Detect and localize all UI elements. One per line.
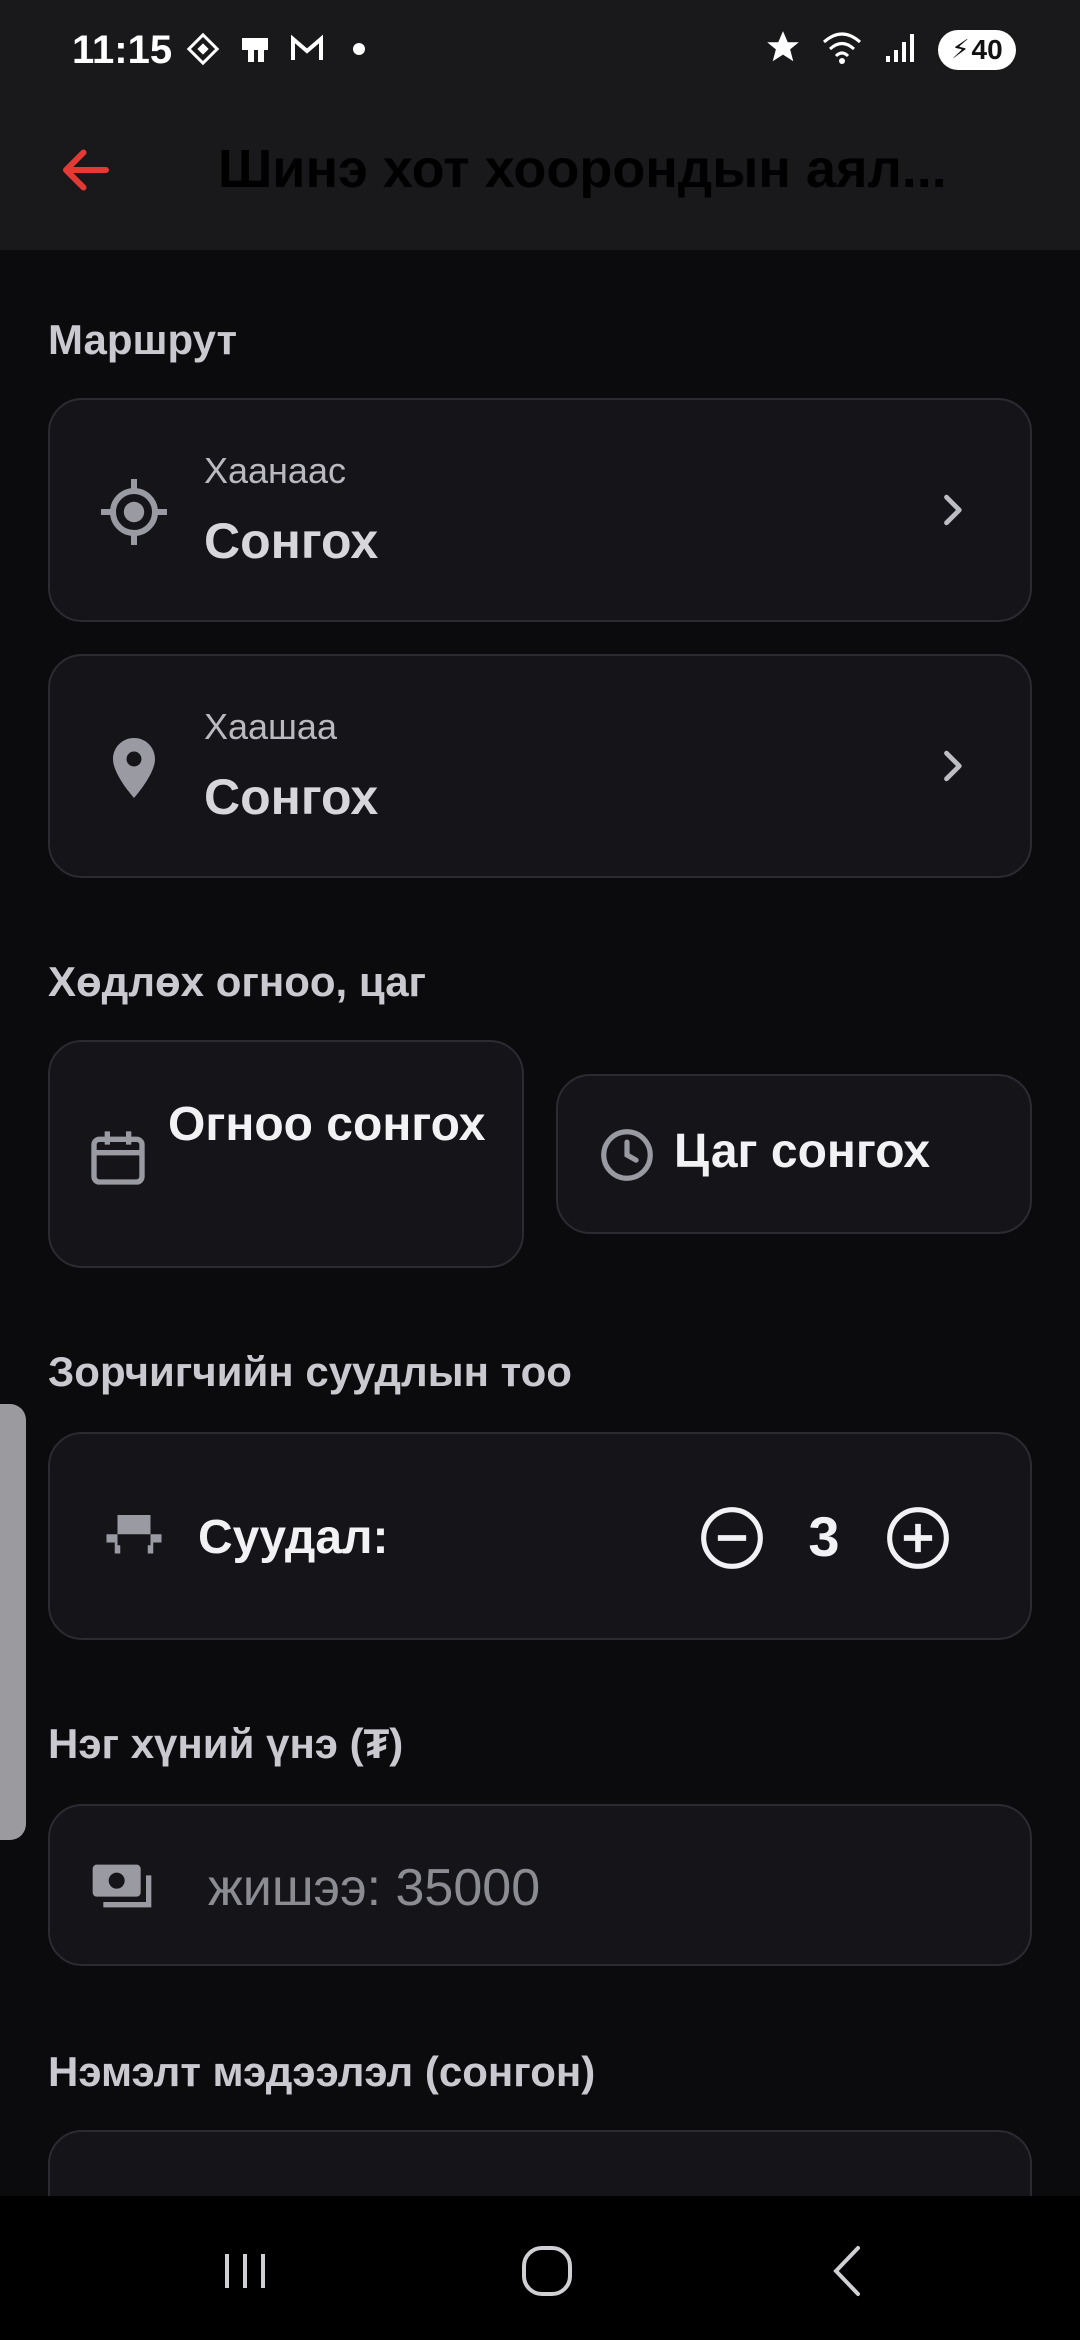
recent-apps-button[interactable] bbox=[210, 2236, 280, 2306]
home-icon bbox=[522, 2246, 572, 2296]
app-bar: Шинэ хот хоорондын аял... bbox=[0, 100, 1080, 250]
sim-icon bbox=[236, 30, 274, 68]
battery-indicator: ⚡ 40 bbox=[938, 29, 1016, 70]
page-title: Шинэ хот хоорондын аял... bbox=[218, 139, 947, 199]
arrow-left-icon bbox=[63, 149, 109, 191]
notification-icons bbox=[184, 30, 378, 68]
minus-circle-icon bbox=[701, 1507, 763, 1569]
datetime-section-label: Хөдлөх огноо, цаг bbox=[48, 958, 427, 1005]
wifi-icon bbox=[820, 28, 864, 71]
system-icons: ⚡ 40 bbox=[764, 28, 1016, 71]
edge-panel-handle[interactable] bbox=[0, 1404, 26, 1840]
clock-icon bbox=[601, 1129, 653, 1181]
signal-icon bbox=[882, 28, 920, 71]
time-picker-button[interactable]: Цаг сонгох bbox=[556, 1074, 1032, 1234]
time-picker-label: Цаг сонгох bbox=[674, 1125, 931, 1178]
from-location-field[interactable]: Хаанаас Сонгох bbox=[48, 398, 1032, 622]
seat-stepper: Суудал: 3 bbox=[48, 1432, 1032, 1640]
to-value: Сонгох bbox=[204, 769, 379, 825]
seats-section-label: Зорчигчийн суудлын тоо bbox=[48, 1348, 572, 1395]
back-chevron-icon bbox=[833, 2246, 860, 2296]
map-pin-icon bbox=[113, 738, 155, 798]
plus-circle-icon bbox=[887, 1507, 949, 1569]
calendar-icon bbox=[91, 1131, 145, 1185]
route-section-label: Маршрут bbox=[48, 316, 238, 363]
system-back-button[interactable] bbox=[814, 2236, 884, 2306]
decrease-seats-button[interactable] bbox=[698, 1504, 766, 1572]
status-bar: 11:15 ⚡ 40 bbox=[0, 0, 1080, 100]
home-button[interactable] bbox=[512, 2236, 582, 2306]
status-time: 11:15 bbox=[72, 28, 173, 72]
money-icon bbox=[92, 1864, 152, 1908]
price-input[interactable] bbox=[206, 1842, 990, 1934]
diamond-icon bbox=[184, 30, 222, 68]
notes-section-label: Нэмэлт мэдээлэл (сонгон) bbox=[48, 2048, 596, 2095]
from-value: Сонгох bbox=[204, 513, 379, 569]
back-button[interactable] bbox=[56, 140, 116, 200]
price-field[interactable] bbox=[48, 1804, 1032, 1966]
chevron-right-icon bbox=[944, 494, 962, 526]
to-location-field[interactable]: Хаашаа Сонгох bbox=[48, 654, 1032, 878]
date-picker-button[interactable]: Огноо сонгох bbox=[48, 1040, 524, 1268]
star-icon bbox=[764, 28, 802, 71]
battery-level: 40 bbox=[971, 33, 1003, 65]
dot-icon bbox=[340, 30, 378, 68]
chevron-right-icon bbox=[944, 750, 962, 782]
gps-target-icon bbox=[101, 479, 167, 545]
date-picker-label: Огноо сонгох bbox=[168, 1098, 486, 1151]
gmail-icon bbox=[288, 30, 326, 68]
from-label: Хаанаас bbox=[204, 450, 346, 491]
seat-count: 3 bbox=[808, 1505, 840, 1568]
increase-seats-button[interactable] bbox=[884, 1504, 952, 1572]
charging-icon: ⚡ bbox=[951, 34, 970, 64]
to-label: Хаашаа bbox=[204, 706, 337, 747]
seat-icon bbox=[106, 1515, 162, 1554]
seat-label: Суудал: bbox=[198, 1511, 389, 1564]
system-nav-bar bbox=[0, 2196, 1080, 2340]
recents-icon bbox=[225, 2254, 265, 2288]
price-section-label: Нэг хүний үнэ (₮) bbox=[48, 1720, 404, 1767]
